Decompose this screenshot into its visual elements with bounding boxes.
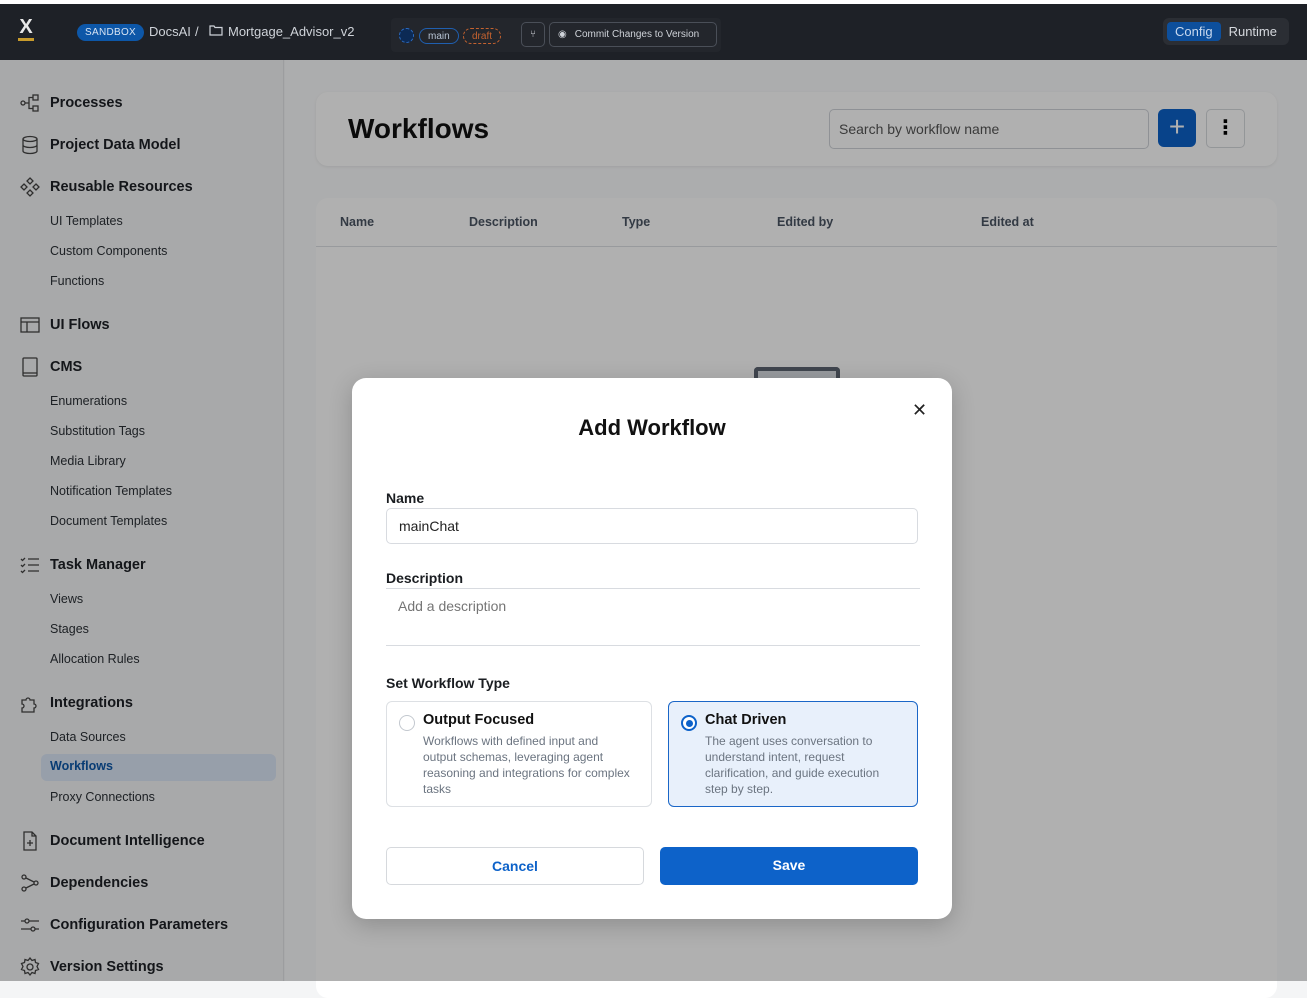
workflow-type-label: Set Workflow Type xyxy=(386,675,510,691)
option-chat-driven[interactable]: Chat Driven The agent uses conversation … xyxy=(668,701,918,807)
folder-icon xyxy=(209,24,223,39)
top-bar: X SANDBOX DocsAI / Mortgage_Advisor_v2 m… xyxy=(0,4,1307,60)
git-branch-icon: ⑂ xyxy=(530,29,536,40)
option-description: The agent uses conversation to understan… xyxy=(705,734,880,796)
app-logo[interactable]: X xyxy=(18,17,34,41)
mode-config[interactable]: Config xyxy=(1167,22,1221,41)
branch-pill[interactable]: main xyxy=(419,28,459,44)
mode-toggle: Config Runtime xyxy=(1163,18,1289,45)
name-label: Name xyxy=(386,490,425,506)
close-icon[interactable]: ✕ xyxy=(912,400,927,421)
option-output-focused[interactable]: Output Focused Workflows with defined in… xyxy=(386,701,652,807)
modal-title: Add Workflow xyxy=(578,415,726,440)
add-workflow-modal: Add Workflow ✕ Name Description Set Work… xyxy=(352,378,952,919)
branch-button[interactable]: ⑂ xyxy=(521,22,545,47)
name-input[interactable] xyxy=(386,508,918,544)
breadcrumb-separator: / xyxy=(195,24,199,39)
mode-runtime[interactable]: Runtime xyxy=(1221,22,1285,41)
description-label: Description xyxy=(386,570,464,586)
cancel-button[interactable]: Cancel xyxy=(386,847,644,885)
breadcrumb-file[interactable]: Mortgage_Advisor_v2 xyxy=(228,24,354,39)
save-button[interactable]: Save xyxy=(660,847,918,885)
option-description: Workflows with defined input and output … xyxy=(423,734,630,796)
breadcrumb-project[interactable]: DocsAI xyxy=(149,24,191,39)
radio-chat-driven[interactable] xyxy=(681,715,697,731)
option-title: Output Focused xyxy=(423,712,535,728)
radio-output-focused[interactable] xyxy=(399,715,415,731)
commit-button[interactable]: ◉ Commit Changes to Version xyxy=(549,22,717,47)
draft-pill: draft xyxy=(463,28,502,44)
commit-icon: ◉ xyxy=(558,29,567,40)
branch-status-icon xyxy=(399,28,414,43)
commit-label: Commit Changes to Version xyxy=(574,29,700,40)
description-input[interactable] xyxy=(386,588,920,646)
env-badge: SANDBOX xyxy=(77,24,145,41)
version-group: main draft ⑂ ◉ Commit Changes to Version xyxy=(391,18,721,52)
option-title: Chat Driven xyxy=(705,712,787,728)
